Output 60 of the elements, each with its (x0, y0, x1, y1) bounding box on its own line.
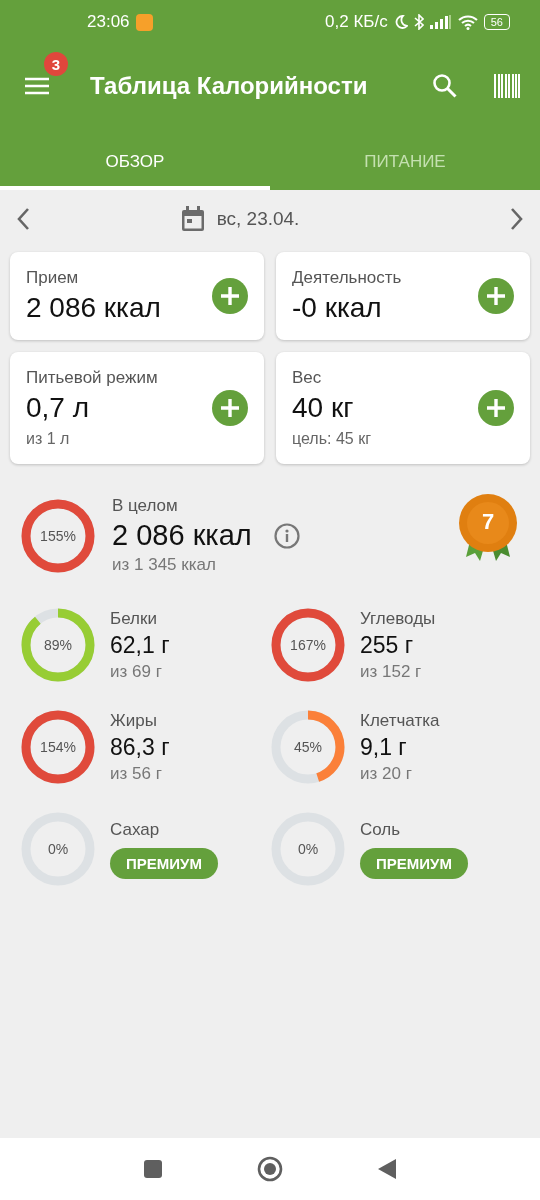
card-value: -0 ккал (292, 292, 383, 324)
percent-label: 0% (47, 841, 69, 857)
percent-label: 155% (40, 527, 76, 544)
notification-badge: 3 (44, 52, 68, 76)
summary-card[interactable]: Деятельность -0 ккал (276, 252, 530, 340)
percent-label: 45% (294, 739, 322, 755)
app-notification-icon (135, 13, 153, 31)
percent-label: 89% (44, 637, 72, 653)
date-label[interactable]: вс, 23.04. (216, 208, 300, 230)
overall-label: В целом (112, 496, 179, 516)
nutrient-label: Сахар (110, 819, 161, 840)
add-button[interactable] (478, 390, 514, 426)
card-subtext: цель: 45 кг (292, 430, 372, 448)
card-label: Питьевой режим (26, 368, 159, 388)
barcode-icon[interactable] (494, 74, 520, 98)
nutrient-goal: из 20 г (360, 763, 413, 784)
back-icon[interactable] (377, 1158, 397, 1180)
moon-icon (393, 14, 408, 30)
app-title: Таблица Калорийности (90, 72, 368, 100)
nutrient-label: Соль (360, 819, 402, 840)
battery-icon: 56 (483, 14, 510, 30)
card-label: Вес (292, 368, 323, 388)
nutrient-value: 255 г (360, 631, 415, 659)
recent-apps-icon[interactable] (143, 1159, 163, 1179)
summary-card[interactable]: Вес 40 кг цель: 45 кг (276, 352, 530, 464)
card-value: 2 086 ккал (26, 292, 162, 324)
percent-label: 154% (40, 739, 76, 755)
network-speed: 0,2 КБ/с (325, 12, 388, 32)
nutrient-goal: из 69 г (110, 661, 163, 682)
card-value: 0,7 л (26, 392, 91, 424)
card-value: 40 кг (292, 392, 355, 424)
nutrient-value: 9,1 г (360, 733, 408, 761)
search-icon[interactable] (432, 73, 458, 99)
status-time: 23:06 (87, 12, 130, 32)
summary-card[interactable]: Прием 2 086 ккал (10, 252, 264, 340)
nutrient-goal: из 152 г (360, 661, 423, 682)
wifi-icon (457, 14, 478, 30)
info-icon[interactable] (273, 522, 300, 549)
percent-label: 167% (290, 637, 326, 653)
percent-label: 0% (297, 841, 319, 857)
card-label: Деятельность (292, 268, 403, 288)
nutrient-goal: из 56 г (110, 763, 163, 784)
card-label: Прием (26, 268, 80, 288)
overall-value: 2 086 ккал (112, 519, 252, 552)
add-button[interactable] (212, 390, 248, 426)
nutrient-value: 86,3 г (110, 733, 170, 761)
nutrient-label: Углеводы (360, 608, 436, 629)
add-button[interactable] (212, 278, 248, 314)
home-icon[interactable] (257, 1156, 283, 1182)
nutrient-value: 62,1 г (110, 631, 170, 659)
bluetooth-icon (413, 14, 424, 30)
overall-goal: из 1 345 ккал (112, 555, 217, 575)
nutrient-label: Жиры (110, 710, 158, 731)
signal-icon (429, 15, 452, 29)
summary-card[interactable]: Питьевой режим 0,7 л из 1 л (10, 352, 264, 464)
calendar-icon[interactable] (180, 206, 205, 232)
nutrient-label: Белки (110, 608, 158, 629)
add-button[interactable] (478, 278, 514, 314)
nutrient-label: Клетчатка (360, 710, 440, 731)
card-subtext: из 1 л (26, 430, 71, 448)
